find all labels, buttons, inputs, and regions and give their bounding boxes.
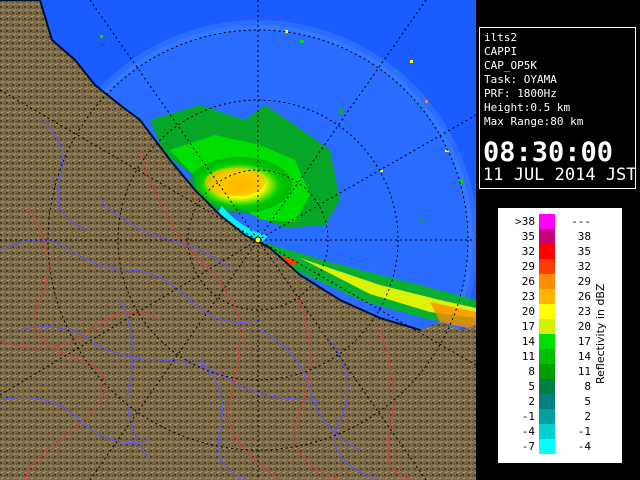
legend-swatch [539, 334, 555, 349]
legend-lower-value: -4 [521, 425, 535, 438]
legend-row: -4 -1 [499, 424, 621, 439]
legend-row: 35 38 [499, 229, 621, 244]
legend-lower-value: 23 [521, 290, 535, 303]
reflectivity-legend: >38 --- 35 38 32 35 29 32 26 29 23 26 20 23 17 20 14 17 11… [498, 208, 622, 463]
legend-lower-value: -7 [521, 440, 535, 453]
legend-swatch [539, 304, 555, 319]
legend-upper-value: 35 [577, 245, 591, 258]
info-panel: ilts2 CAPPI CAP_OP5K Task: OYAMA PRF: 18… [479, 27, 637, 189]
legend-lower-value: 14 [521, 335, 535, 348]
legend-lower-value: 32 [521, 245, 535, 258]
legend-swatch [539, 229, 555, 244]
legend-lower-value: 20 [521, 305, 535, 318]
product-name: CAP_OP5K [484, 59, 537, 72]
legend-upper-value: 32 [577, 260, 591, 273]
legend-lower-value: 2 [528, 395, 535, 408]
legend-swatch [539, 244, 555, 259]
legend-upper-value: 14 [577, 350, 591, 363]
legend-swatch [539, 409, 555, 424]
legend-lower-value: 35 [521, 230, 535, 243]
legend-unit-label: Reflectivity in dBZ [594, 283, 607, 385]
legend-swatch [539, 274, 555, 289]
observation-date: 11 JUL 2014 JST [483, 165, 637, 185]
legend-swatch [539, 424, 555, 439]
product-type: CAPPI [484, 45, 518, 58]
legend-swatch [539, 394, 555, 409]
legend-lower-value: 29 [521, 260, 535, 273]
legend-upper-value: --- [571, 215, 591, 228]
legend-lower-value: >38 [515, 215, 535, 228]
legend-row: >38 --- [499, 214, 621, 229]
height-value: Height:0.5 km [484, 101, 571, 114]
radar-map[interactable] [0, 0, 476, 480]
legend-row: -7 -4 [499, 439, 621, 454]
legend-upper-value: 29 [577, 275, 591, 288]
legend-upper-value: 38 [577, 230, 591, 243]
legend-upper-value: -1 [577, 425, 591, 438]
legend-swatch [539, 364, 555, 379]
legend-swatch [539, 319, 555, 334]
radar-map-canvas [0, 0, 476, 480]
legend-upper-value: 23 [577, 305, 591, 318]
legend-upper-value: 8 [584, 380, 591, 393]
legend-lower-value: 26 [521, 275, 535, 288]
legend-swatch [539, 289, 555, 304]
legend-upper-value: 17 [577, 335, 591, 348]
legend-swatch [539, 349, 555, 364]
legend-lower-value: 5 [528, 380, 535, 393]
task-name: Task: OYAMA [484, 73, 557, 86]
legend-swatch [539, 379, 555, 394]
radar-id: ilts2 [484, 31, 518, 44]
radar-site-marker [254, 236, 262, 244]
legend-swatch [539, 214, 555, 229]
legend-upper-value: 2 [584, 410, 591, 423]
legend-upper-value: 20 [577, 320, 591, 333]
prf-value: PRF: 1800Hz [484, 87, 557, 100]
legend-upper-value: -4 [577, 440, 591, 453]
legend-lower-value: 17 [521, 320, 535, 333]
legend-swatch [539, 439, 555, 454]
legend-lower-value: 11 [521, 350, 535, 363]
legend-lower-value: 8 [528, 365, 535, 378]
legend-lower-value: -1 [521, 410, 535, 423]
legend-upper-value: 11 [577, 365, 591, 378]
observation-time: 08:30:00 [483, 137, 614, 168]
legend-upper-value: 5 [584, 395, 591, 408]
legend-upper-value: 26 [577, 290, 591, 303]
legend-swatch [539, 259, 555, 274]
radar-display: ilts2 CAPPI CAP_OP5K Task: OYAMA PRF: 18… [0, 0, 640, 480]
max-range: Max Range:80 km [484, 115, 584, 128]
